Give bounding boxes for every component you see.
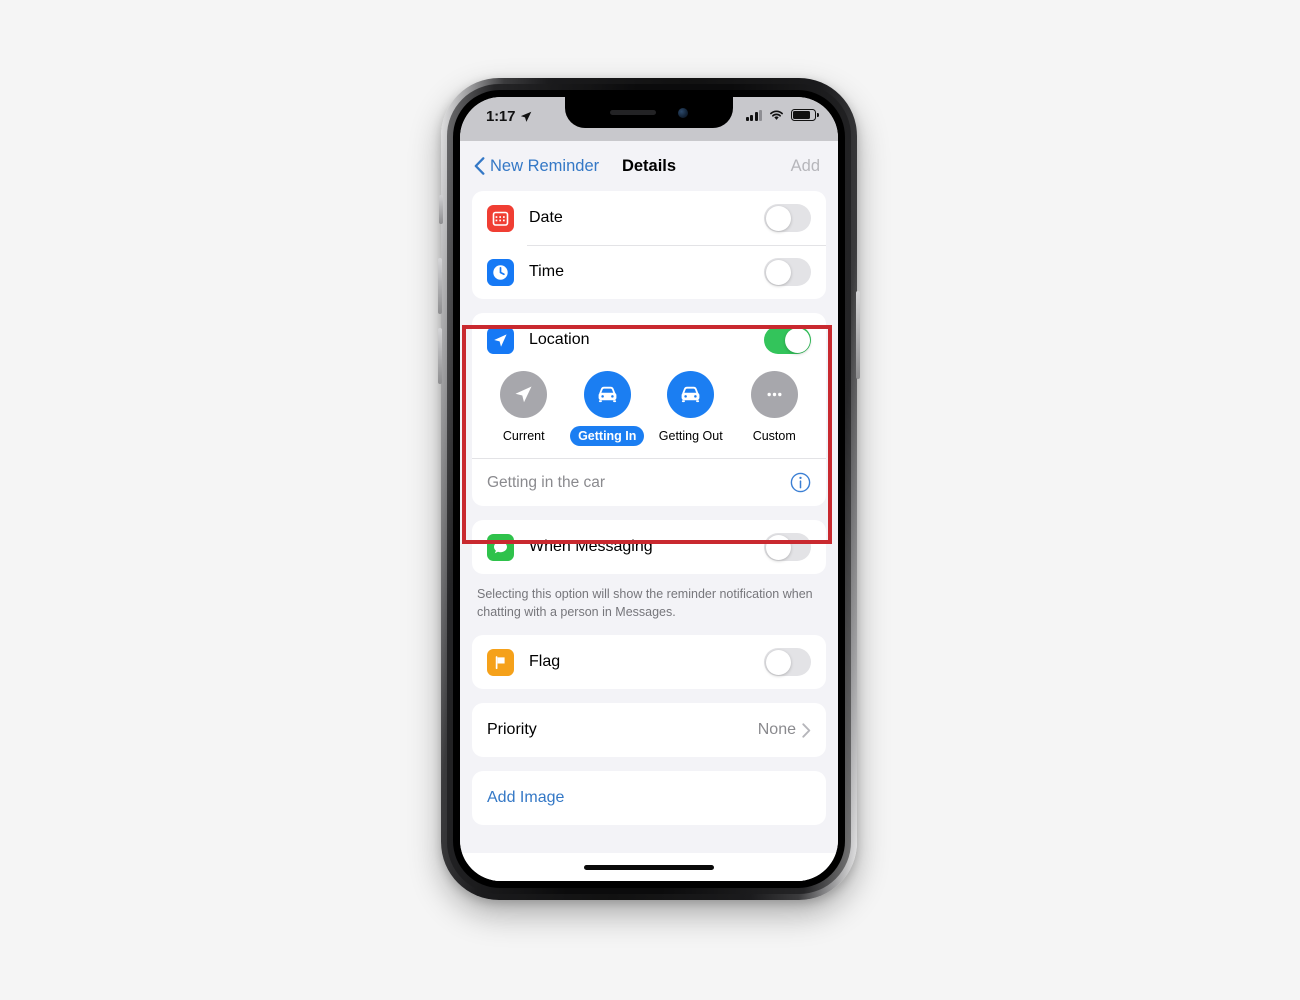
chevron-right-icon	[802, 723, 811, 738]
flag-icon	[487, 648, 514, 676]
volume-up-button[interactable]	[438, 258, 442, 314]
location-detail-text: Getting in the car	[487, 473, 606, 491]
volume-down-button[interactable]	[438, 328, 442, 384]
device-bezel: 1:17 New Reminder Details Add Date Time …	[453, 90, 845, 888]
location-option-getting-out-label: Getting Out	[658, 429, 723, 443]
location-options: Current Getting In Getting Out Custom	[472, 367, 826, 458]
location-option-custom-label: Custom	[752, 429, 796, 443]
page-title: Details	[621, 156, 677, 175]
when-messaging-toggle[interactable]	[764, 533, 811, 561]
location-card: Location Current Getting In Getting Out …	[472, 313, 826, 506]
status-bar-indicators	[745, 109, 819, 121]
location-option-getting-out[interactable]: Getting Out	[649, 371, 733, 446]
row-date[interactable]: Date	[472, 191, 826, 245]
priority-value: None	[757, 721, 796, 739]
row-when-messaging[interactable]: When Messaging	[472, 520, 826, 574]
wifi-icon	[770, 110, 783, 120]
front-camera-icon	[678, 107, 688, 118]
row-location[interactable]: Location	[472, 313, 826, 367]
home-indicator[interactable]	[584, 864, 714, 870]
cellular-signal-icon	[745, 109, 762, 121]
row-time-label: Time	[529, 263, 564, 280]
add-button[interactable]: Add	[791, 157, 820, 176]
location-detail-row[interactable]: Getting in the car	[472, 458, 826, 506]
device-notch	[565, 97, 733, 128]
back-button[interactable]: New Reminder	[474, 157, 599, 176]
location-toggle[interactable]	[764, 326, 811, 354]
chevron-left-icon	[474, 157, 485, 175]
priority-card: Priority None	[472, 703, 826, 758]
location-option-current[interactable]: Current	[482, 371, 566, 446]
row-location-label: Location	[529, 331, 590, 348]
row-flag-label: Flag	[529, 653, 561, 671]
date-toggle[interactable]	[764, 204, 811, 232]
clock-icon	[487, 258, 514, 286]
location-option-custom[interactable]: Custom	[733, 371, 817, 446]
info-circle-icon[interactable]	[790, 472, 811, 493]
car-icon	[583, 371, 631, 418]
earpiece-speaker-icon	[610, 110, 656, 115]
status-bar-time: 1:17	[486, 108, 532, 125]
flag-toggle[interactable]	[764, 648, 811, 677]
time-toggle[interactable]	[764, 258, 811, 286]
calendar-icon	[487, 204, 514, 232]
silent-switch[interactable]	[439, 195, 443, 224]
back-button-label: New Reminder	[490, 156, 600, 175]
message-bubble-icon	[487, 533, 514, 561]
flag-card: Flag	[472, 635, 826, 690]
battery-icon	[791, 109, 819, 121]
home-indicator-area	[460, 853, 838, 881]
datetime-card: Date Time	[472, 191, 826, 299]
row-date-label: Date	[529, 209, 563, 226]
messaging-footnote: Selecting this option will show the remi…	[477, 587, 813, 620]
ellipsis-icon	[750, 371, 798, 418]
messaging-card: When Messaging	[472, 520, 826, 574]
row-time[interactable]: Time	[472, 245, 826, 299]
location-option-getting-in[interactable]: Getting In	[566, 371, 650, 446]
navigation-bar: New Reminder Details Add	[460, 141, 838, 191]
phone-screen: 1:17 New Reminder Details Add Date Time …	[460, 97, 838, 881]
row-flag[interactable]: Flag	[472, 635, 826, 689]
details-form: Date Time Location Current Getting In Ge…	[460, 191, 838, 881]
location-option-getting-in-label: Getting In	[570, 426, 645, 446]
location-arrow-icon	[521, 111, 532, 122]
location-option-current-label: Current	[502, 429, 545, 443]
status-time-label: 1:17	[486, 108, 516, 125]
add-image-card: Add Image	[472, 771, 826, 826]
row-priority-label: Priority	[487, 721, 537, 739]
status-bar: 1:17	[460, 97, 838, 141]
location-arrow-icon	[487, 326, 514, 354]
car-icon	[667, 371, 715, 418]
iphone-device-frame: 1:17 New Reminder Details Add Date Time …	[438, 78, 860, 900]
location-arrow-icon	[500, 371, 548, 418]
row-when-messaging-label: When Messaging	[529, 538, 653, 555]
power-button[interactable]	[856, 291, 860, 379]
add-image-button[interactable]: Add Image	[472, 771, 826, 825]
row-priority[interactable]: Priority None	[472, 703, 826, 757]
